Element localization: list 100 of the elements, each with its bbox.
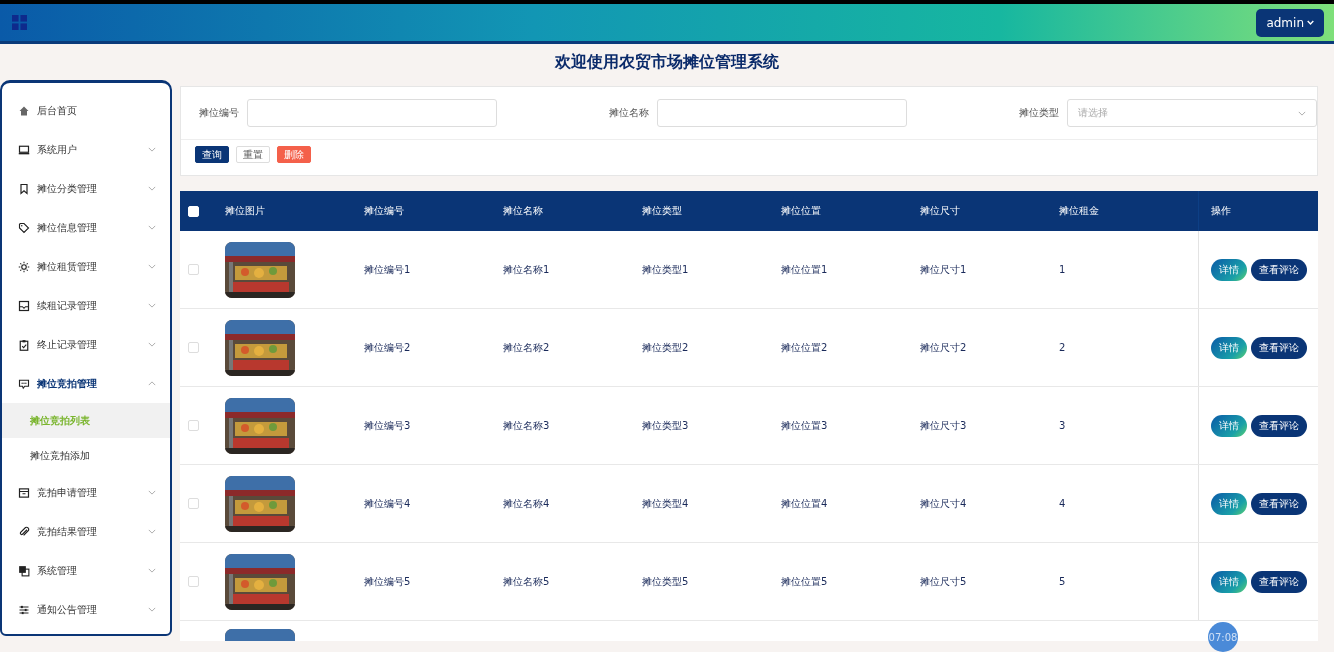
field-label: 摊位类型 xyxy=(1019,106,1059,120)
table-cell: 摊位编号2 xyxy=(364,341,411,353)
comments-button[interactable]: 查看评论 xyxy=(1251,258,1307,281)
clipboard-icon xyxy=(18,338,30,351)
details-button[interactable]: 详情 xyxy=(1211,570,1247,593)
timer-badge: 07:08 xyxy=(1208,622,1238,652)
table-cell: 摊位尺寸2 xyxy=(920,341,967,353)
table-cell: 4 xyxy=(1059,498,1066,509)
details-button[interactable]: 详情 xyxy=(1211,336,1247,359)
table-cell: 摊位尺寸3 xyxy=(920,419,967,431)
table-cell: 摊位名称4 xyxy=(503,497,550,509)
chevron-down-icon xyxy=(148,264,156,269)
table-cell: 摊位名称5 xyxy=(503,575,550,587)
table-cell: 摊位位置2 xyxy=(781,341,828,353)
menu-item[interactable]: 续租记录管理 xyxy=(2,286,170,325)
chevron-down-icon xyxy=(1298,110,1306,116)
menu-item[interactable]: 竞拍结果管理 xyxy=(2,512,170,551)
column-header: 摊位名称 xyxy=(503,205,543,216)
column-header: 操作 xyxy=(1211,204,1231,218)
field-label: 摊位编号 xyxy=(199,106,239,120)
table-cell: 摊位位置1 xyxy=(781,263,828,275)
bookmark-icon xyxy=(18,182,30,195)
checkbox[interactable] xyxy=(188,420,199,431)
user-menu-button[interactable]: admin xyxy=(1256,8,1324,37)
table-cell: 摊位位置3 xyxy=(781,419,828,431)
chevron-down-icon xyxy=(148,186,156,191)
menu-item[interactable]: 后台首页 xyxy=(2,91,170,130)
column-header: 摊位类型 xyxy=(642,205,682,216)
paperclip-icon xyxy=(18,525,30,538)
table-cell: 摊位名称3 xyxy=(503,419,550,431)
table-cell: 5 xyxy=(1059,576,1066,587)
table-cell: 摊位编号3 xyxy=(364,419,411,431)
table-cell: 摊位类型4 xyxy=(642,497,689,509)
field-label: 摊位名称 xyxy=(609,106,649,120)
menu-item[interactable]: 通知公告管理 xyxy=(2,590,170,629)
table-cell: 摊位类型2 xyxy=(642,341,689,353)
column-header: 摊位图片 xyxy=(225,205,265,216)
menu-item[interactable]: 摊位租赁管理 xyxy=(2,247,170,286)
comments-button[interactable]: 查看评论 xyxy=(1251,336,1307,359)
squares-icon xyxy=(18,564,30,577)
table-cell: 3 xyxy=(1059,420,1066,431)
submenu-item[interactable]: 摊位竞拍添加 xyxy=(2,438,170,473)
caret-icon xyxy=(1307,20,1314,25)
details-button[interactable]: 详情 xyxy=(1211,414,1247,437)
sun-icon xyxy=(18,260,30,273)
column-header: 摊位尺寸 xyxy=(920,205,960,216)
chevron-down-icon xyxy=(148,490,156,495)
comments-button[interactable]: 查看评论 xyxy=(1251,492,1307,515)
comments-button[interactable]: 查看评论 xyxy=(1251,570,1307,593)
search-button[interactable]: 查询 xyxy=(195,146,229,163)
input-field[interactable] xyxy=(657,99,907,127)
menu-item[interactable]: 系统管理 xyxy=(2,551,170,590)
menu-item[interactable]: 系统用户 xyxy=(2,130,170,169)
details-button[interactable]: 详情 xyxy=(1211,258,1247,281)
table-cell: 摊位类型1 xyxy=(642,263,689,275)
checkbox[interactable] xyxy=(188,342,199,353)
reset-button[interactable]: 重置 xyxy=(236,146,270,163)
menu-item[interactable]: 终止记录管理 xyxy=(2,325,170,364)
checkbox[interactable] xyxy=(188,576,199,587)
archive-icon xyxy=(18,486,30,499)
column-header: 摊位租金 xyxy=(1059,205,1099,216)
inbox-icon xyxy=(18,299,30,312)
chevron-down-icon xyxy=(148,607,156,612)
table-cell: 摊位编号1 xyxy=(364,263,411,275)
table-cell: 1 xyxy=(1059,264,1066,275)
column-header: 摊位编号 xyxy=(364,205,404,216)
table-cell: 摊位编号5 xyxy=(364,575,411,587)
table-cell: 摊位编号4 xyxy=(364,497,411,509)
chevron-up-icon xyxy=(148,381,156,386)
input-field[interactable] xyxy=(247,99,497,127)
table-cell: 摊位名称1 xyxy=(503,263,550,275)
chevron-down-icon xyxy=(148,529,156,534)
table-cell: 摊位类型5 xyxy=(642,575,689,587)
menu-item[interactable]: 摊位分类管理 xyxy=(2,169,170,208)
sliders-icon xyxy=(18,603,30,616)
table-cell: 摊位尺寸1 xyxy=(920,263,967,275)
table-cell: 摊位尺寸5 xyxy=(920,575,967,587)
chevron-down-icon xyxy=(148,147,156,152)
chevron-down-icon xyxy=(148,303,156,308)
laptop-icon xyxy=(18,143,30,156)
tag-icon xyxy=(18,221,30,234)
table-cell: 摊位位置5 xyxy=(781,575,828,587)
home-icon xyxy=(18,104,30,117)
chevron-down-icon xyxy=(148,568,156,573)
details-button[interactable]: 详情 xyxy=(1211,492,1247,515)
table-cell: 摊位尺寸4 xyxy=(920,497,967,509)
table-cell: 摊位类型3 xyxy=(642,419,689,431)
chevron-down-icon xyxy=(148,342,156,347)
comments-button[interactable]: 查看评论 xyxy=(1251,414,1307,437)
checkbox[interactable] xyxy=(188,498,199,509)
menu-item[interactable]: 摊位信息管理 xyxy=(2,208,170,247)
menu-item[interactable]: 竞拍申请管理 xyxy=(2,473,170,512)
table-cell: 2 xyxy=(1059,342,1066,353)
page-title: 欢迎使用农贸市场摊位管理系统 xyxy=(554,51,780,73)
menu-item[interactable]: 摊位竞拍管理 xyxy=(2,364,170,403)
chat-icon xyxy=(18,377,30,390)
table-cell: 摊位位置4 xyxy=(781,497,828,509)
checkbox[interactable] xyxy=(188,264,199,275)
chevron-down-icon xyxy=(148,225,156,230)
grid-icon[interactable] xyxy=(12,15,27,30)
